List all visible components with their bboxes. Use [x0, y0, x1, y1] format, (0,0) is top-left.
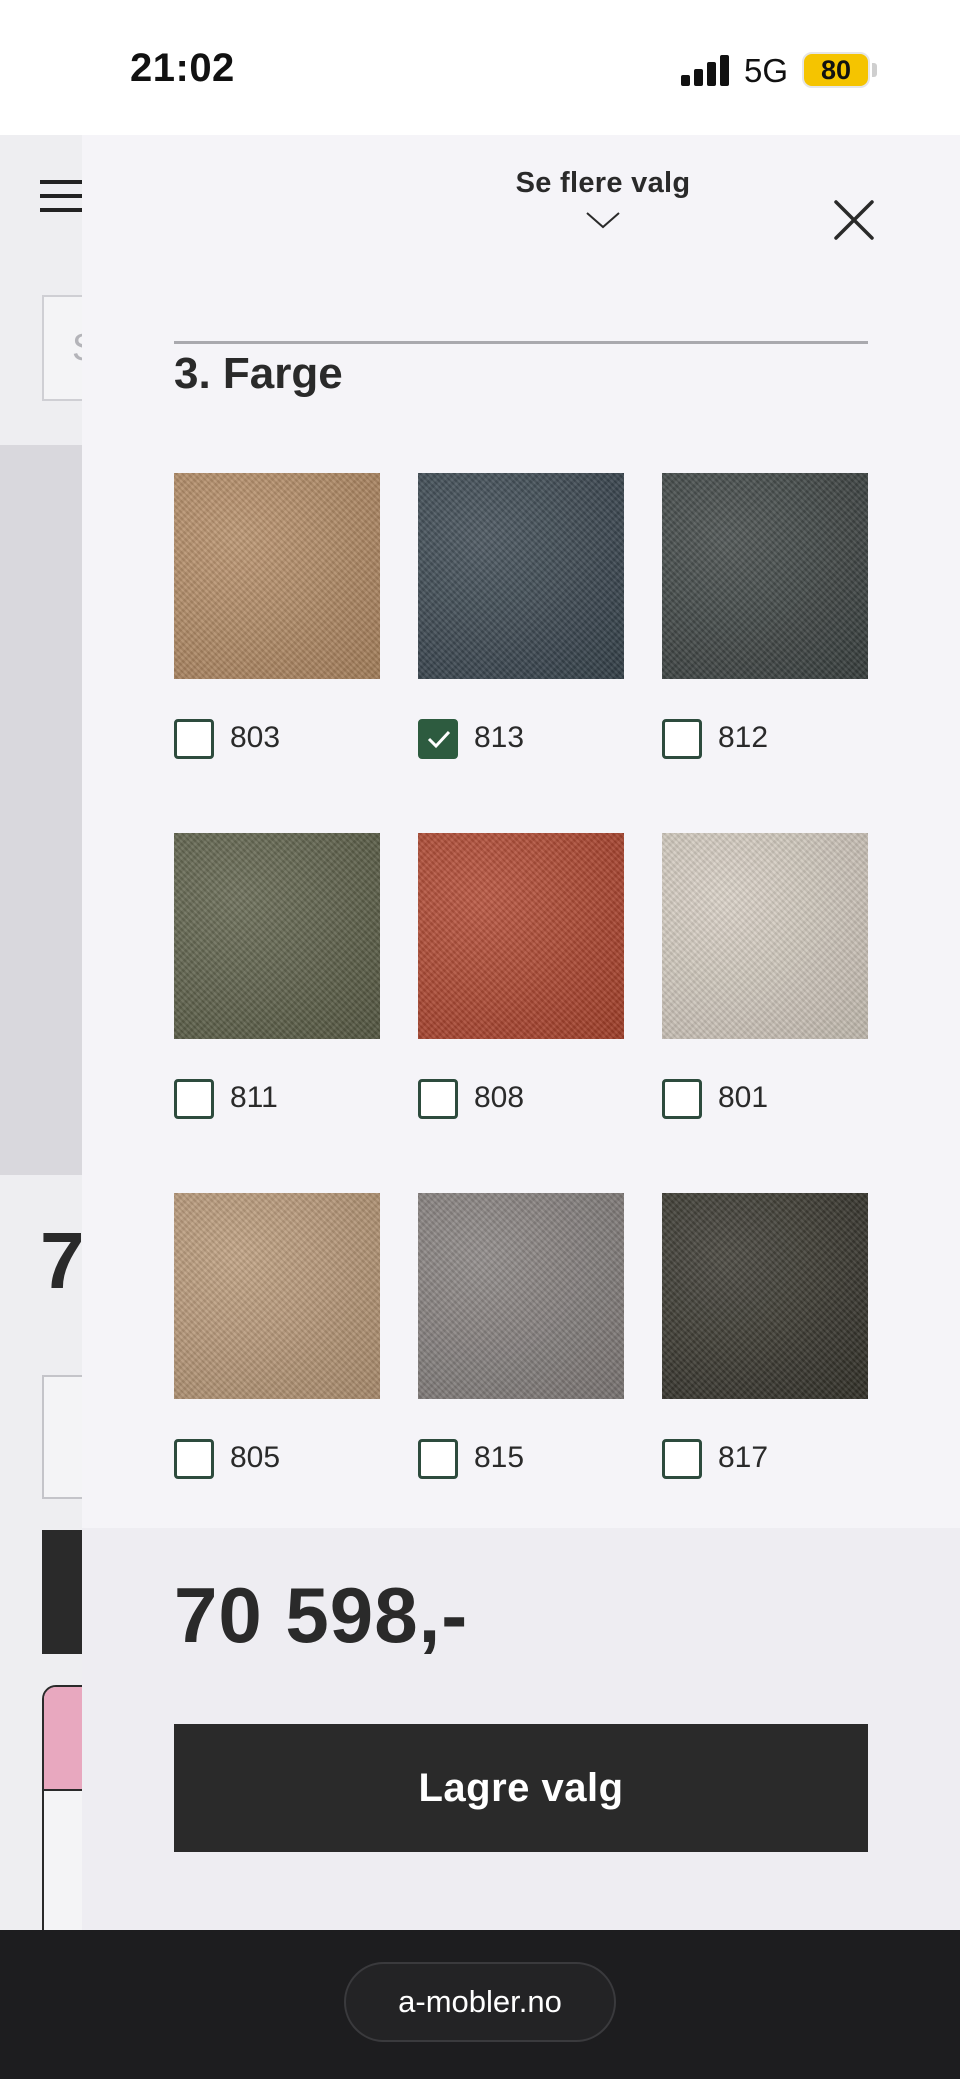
url-bar[interactable]: a-mobler.no	[344, 1962, 616, 2042]
color-swatch-812[interactable]: 812	[662, 473, 868, 773]
fabric-swatch-image[interactable]	[174, 473, 380, 679]
color-swatch-805[interactable]: 805	[174, 1193, 380, 1493]
color-swatch-817[interactable]: 817	[662, 1193, 868, 1493]
color-swatch-815[interactable]: 815	[418, 1193, 624, 1493]
background-price: 7	[40, 1216, 85, 1305]
swatch-checkbox[interactable]	[418, 719, 458, 759]
fabric-swatch-image[interactable]	[662, 833, 868, 1039]
fabric-swatch-image[interactable]	[174, 833, 380, 1039]
color-swatch-803[interactable]: 803	[174, 473, 380, 773]
options-drawer: Se flere valg 3. Farge 803 813 812 811 808 80…	[82, 135, 960, 1930]
swatch-checkbox[interactable]	[662, 1079, 702, 1119]
section-title: 3. Farge	[174, 349, 343, 398]
battery-level: 80	[820, 54, 852, 85]
status-time: 21:02	[130, 46, 235, 90]
more-options-toggle[interactable]: Se flere valg	[432, 167, 774, 257]
hamburger-icon[interactable]	[40, 180, 84, 214]
swatch-code-label: 803	[230, 721, 281, 754]
swatch-code-label: 805	[230, 1441, 281, 1474]
swatch-code-label: 815	[474, 1441, 525, 1474]
save-choice-button[interactable]: Lagre valg	[174, 1724, 868, 1852]
swatch-code-label: 801	[718, 1081, 769, 1114]
swatch-checkbox[interactable]	[418, 1439, 458, 1479]
swatch-code-label: 811	[230, 1081, 278, 1114]
fabric-swatch-image[interactable]	[418, 1193, 624, 1399]
close-icon[interactable]	[824, 190, 884, 250]
swatch-checkbox[interactable]	[174, 1439, 214, 1479]
fabric-swatch-image[interactable]	[662, 473, 868, 679]
swatch-checkbox[interactable]	[418, 1079, 458, 1119]
swatch-checkbox[interactable]	[174, 1079, 214, 1119]
signal-icon	[681, 54, 731, 86]
total-price: 70 598,-	[174, 1571, 469, 1659]
fabric-swatch-image[interactable]	[174, 1193, 380, 1399]
chevron-down-icon	[586, 212, 620, 229]
fabric-swatch-image[interactable]	[418, 473, 624, 679]
color-swatch-801[interactable]: 801	[662, 833, 868, 1133]
fabric-swatch-image[interactable]	[418, 833, 624, 1039]
fabric-swatch-image[interactable]	[662, 1193, 868, 1399]
color-swatch-813[interactable]: 813	[418, 473, 624, 773]
swatch-code-label: 812	[718, 721, 769, 754]
checkmark-icon	[427, 730, 451, 749]
battery-icon: 80	[802, 52, 870, 88]
swatch-code-label: 813	[474, 721, 525, 754]
swatch-checkbox[interactable]	[174, 719, 214, 759]
section-divider	[174, 341, 868, 344]
status-bar: 21:02 5G 80	[0, 0, 960, 135]
color-swatch-808[interactable]: 808	[418, 833, 624, 1133]
swatch-code-label: 817	[718, 1441, 769, 1474]
network-type: 5G	[744, 52, 789, 89]
more-options-label: Se flere valg	[515, 167, 691, 199]
browser-bar: a-mobler.no	[0, 1930, 960, 2079]
color-swatch-811[interactable]: 811	[174, 833, 380, 1133]
price-panel: 70 598,- Lagre valg	[82, 1528, 960, 1930]
swatch-checkbox[interactable]	[662, 719, 702, 759]
battery-nub	[872, 63, 877, 77]
swatch-code-label: 808	[474, 1081, 525, 1114]
swatch-checkbox[interactable]	[662, 1439, 702, 1479]
